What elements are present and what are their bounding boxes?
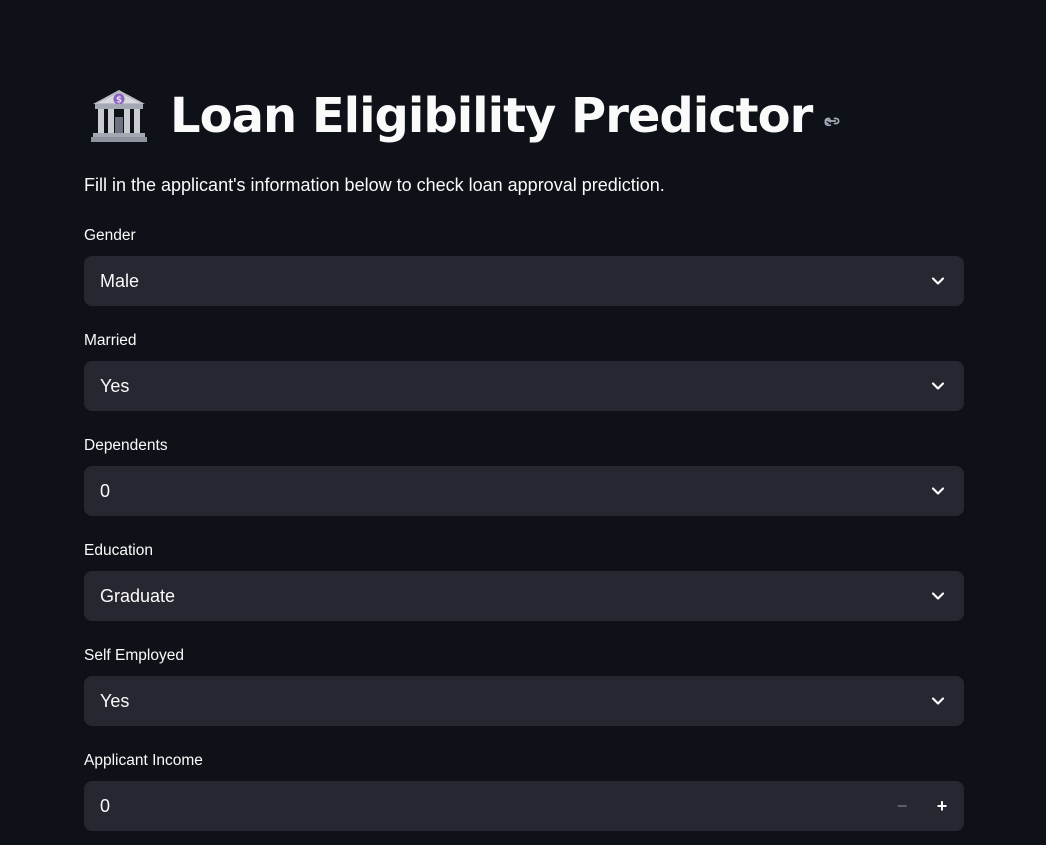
education-label: Education	[84, 542, 153, 559]
dependents-select[interactable]: 0	[84, 466, 964, 516]
married-select-value: Yes	[100, 376, 130, 396]
bank-building-icon: $	[90, 87, 148, 145]
page-subtitle: Fill in the applicant's information belo…	[84, 175, 665, 195]
self-employed-label: Self Employed	[84, 647, 184, 664]
self-employed-select[interactable]: Yes	[84, 676, 964, 726]
self-employed-select-value: Yes	[100, 691, 130, 711]
married-select[interactable]: Yes	[84, 361, 964, 411]
chevron-down-icon	[930, 588, 946, 604]
married-label: Married	[84, 332, 137, 349]
applicant-income-label: Applicant Income	[84, 752, 203, 769]
chevron-down-icon	[930, 378, 946, 394]
page-title: Loan Eligibility Predictor	[170, 88, 813, 144]
link-icon[interactable]	[822, 111, 842, 131]
gender-select[interactable]: Male	[84, 256, 964, 306]
gender-label: Gender	[84, 227, 136, 244]
gender-field: Gender Male	[84, 226, 964, 306]
dependents-label: Dependents	[84, 437, 168, 454]
title-row: $ Loan Eligibility Predictor	[90, 84, 842, 148]
chevron-down-icon	[930, 693, 946, 709]
decrement-button[interactable]: −	[882, 781, 922, 831]
gender-select-value: Male	[100, 271, 140, 291]
education-select[interactable]: Graduate	[84, 571, 964, 621]
chevron-down-icon	[930, 273, 946, 289]
applicant-income-input[interactable]: 0 − +	[84, 781, 964, 831]
increment-button[interactable]: +	[922, 781, 962, 831]
education-select-value: Graduate	[100, 586, 176, 606]
dependents-select-value: 0	[100, 481, 111, 501]
applicant-income-field: Applicant Income 0 − +	[84, 751, 964, 831]
dependents-field: Dependents 0	[84, 436, 964, 516]
education-field: Education Graduate	[84, 541, 964, 621]
chevron-down-icon	[930, 483, 946, 499]
applicant-income-value[interactable]: 0	[100, 781, 110, 831]
married-field: Married Yes	[84, 331, 964, 411]
self-employed-field: Self Employed Yes	[84, 646, 964, 726]
